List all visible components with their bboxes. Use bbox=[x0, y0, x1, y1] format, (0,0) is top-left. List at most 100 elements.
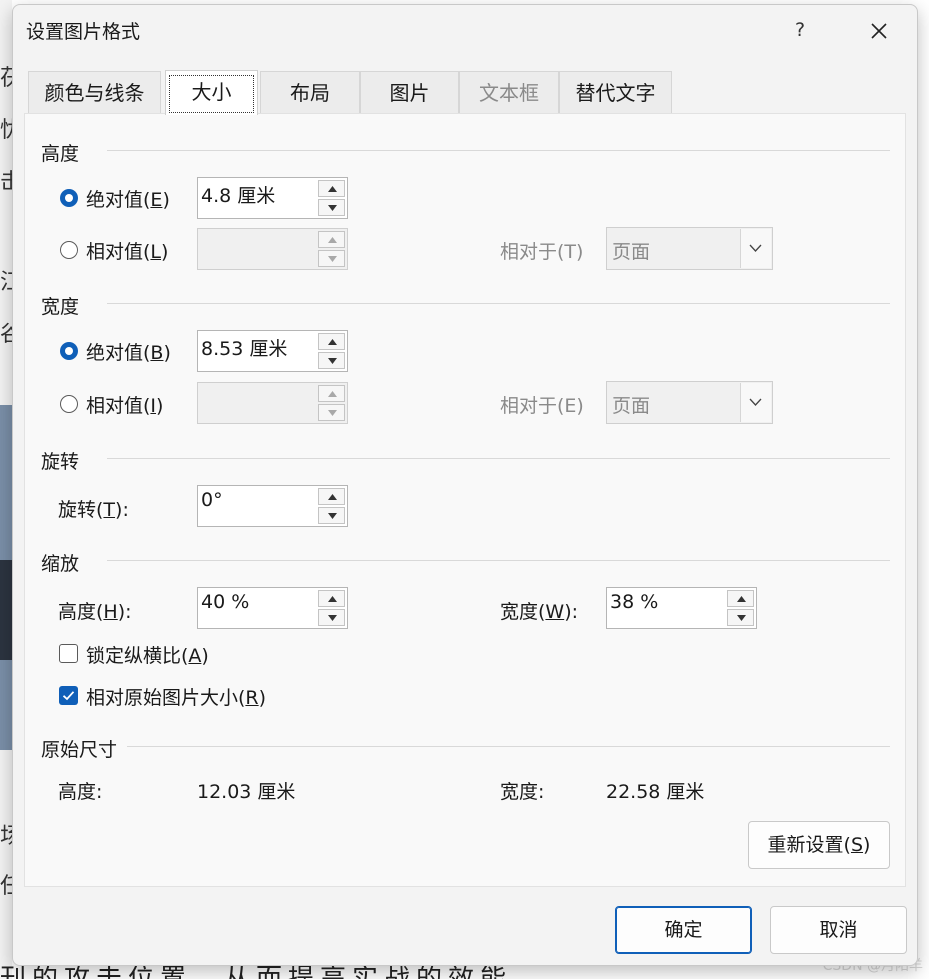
arrow-up-icon bbox=[328, 237, 337, 243]
tab-label: 替代文字 bbox=[575, 81, 656, 105]
size-tab-panel: 高度 绝对值(E) 4.8 厘米 相对值(L) 相对于(T) 页面 宽度 绝对值… bbox=[24, 113, 906, 887]
height-absolute-label: 绝对值(E) bbox=[86, 189, 170, 211]
arrow-up-icon bbox=[328, 596, 337, 602]
spin-up-button[interactable] bbox=[318, 488, 345, 505]
section-divider bbox=[127, 746, 890, 747]
original-height-label: 高度: bbox=[58, 781, 103, 803]
dropdown-button bbox=[740, 383, 771, 422]
section-divider bbox=[107, 560, 890, 561]
focus-rect bbox=[169, 75, 254, 113]
arrow-down-icon bbox=[328, 410, 337, 416]
rotate-spinner[interactable]: 0° bbox=[197, 485, 348, 527]
height-relative-to-select: 页面 bbox=[606, 227, 773, 270]
tab-textbox: 文本框 bbox=[459, 71, 559, 113]
original-width-value: 22.58 厘米 bbox=[606, 781, 705, 803]
close-button[interactable] bbox=[861, 13, 897, 49]
scale-width-input[interactable]: 38 % bbox=[610, 591, 658, 613]
select-value: 页面 bbox=[612, 241, 651, 263]
height-section-title: 高度 bbox=[41, 139, 88, 166]
spinner-arrows bbox=[318, 385, 345, 421]
scale-width-spinner[interactable]: 38 % bbox=[606, 587, 757, 629]
spin-down-button[interactable] bbox=[727, 609, 754, 626]
dialog-title: 设置图片格式 bbox=[26, 21, 141, 43]
height-absolute-spinner[interactable]: 4.8 厘米 bbox=[197, 177, 348, 219]
tab-alt-text[interactable]: 替代文字 bbox=[559, 71, 672, 113]
original-section-title: 原始尺寸 bbox=[41, 735, 126, 762]
arrow-up-icon bbox=[737, 596, 746, 602]
tab-size[interactable]: 大小 bbox=[165, 70, 258, 115]
ok-button[interactable]: 确定 bbox=[615, 906, 752, 954]
help-button[interactable]: ? bbox=[788, 15, 812, 45]
height-absolute-input[interactable]: 4.8 厘米 bbox=[201, 181, 275, 208]
width-absolute-spinner[interactable]: 8.53 厘米 bbox=[197, 330, 348, 372]
height-absolute-radio[interactable] bbox=[60, 189, 78, 207]
height-relative-label: 相对值(L) bbox=[86, 241, 169, 263]
dialog-titlebar[interactable]: 设置图片格式 ? bbox=[13, 5, 917, 55]
lock-aspect-label: 锁定纵横比(A) bbox=[86, 645, 209, 667]
width-relative-spinner bbox=[197, 382, 348, 424]
arrow-down-icon bbox=[328, 256, 337, 262]
height-relative-spinner bbox=[197, 228, 348, 270]
section-divider bbox=[107, 303, 890, 304]
spin-down-button[interactable] bbox=[318, 352, 345, 369]
scale-height-input[interactable]: 40 % bbox=[201, 591, 249, 613]
arrow-up-icon bbox=[328, 186, 337, 192]
spin-up-button[interactable] bbox=[318, 333, 345, 350]
arrow-down-icon bbox=[328, 358, 337, 364]
scale-height-label: 高度(H): bbox=[58, 601, 132, 623]
section-divider bbox=[107, 150, 890, 151]
spin-down-button[interactable] bbox=[318, 507, 345, 524]
scale-height-spinner[interactable]: 40 % bbox=[197, 587, 348, 629]
section-divider bbox=[107, 458, 890, 459]
tab-picture[interactable]: 图片 bbox=[360, 71, 459, 113]
arrow-down-icon bbox=[328, 615, 337, 621]
scale-width-label: 宽度(W): bbox=[500, 601, 579, 623]
rotate-input[interactable]: 0° bbox=[201, 489, 223, 511]
select-value: 页面 bbox=[612, 395, 651, 417]
tab-colors-lines[interactable]: 颜色与线条 bbox=[28, 71, 161, 113]
spinner-arrows bbox=[318, 488, 345, 524]
tab-label: 图片 bbox=[389, 81, 430, 105]
original-width-label: 宽度: bbox=[500, 781, 545, 803]
tab-layout[interactable]: 布局 bbox=[260, 71, 360, 113]
arrow-down-icon bbox=[737, 615, 746, 621]
lock-aspect-checkbox[interactable] bbox=[59, 644, 78, 663]
reset-button[interactable]: 重新设置(S) bbox=[748, 821, 890, 869]
chevron-down-icon bbox=[749, 398, 762, 406]
spinner-arrows bbox=[318, 180, 345, 216]
spinner-arrows bbox=[318, 231, 345, 267]
spin-up-button[interactable] bbox=[318, 590, 345, 607]
arrow-up-icon bbox=[328, 339, 337, 345]
spin-down-button[interactable] bbox=[318, 199, 345, 216]
close-icon bbox=[871, 23, 887, 39]
spin-up-button bbox=[318, 385, 345, 402]
width-relative-to-label: 相对于(E) bbox=[500, 395, 584, 417]
document-image-dark bbox=[0, 560, 12, 660]
width-absolute-input[interactable]: 8.53 厘米 bbox=[201, 334, 287, 361]
tab-label: 布局 bbox=[290, 81, 330, 105]
width-relative-label: 相对值(I) bbox=[86, 395, 164, 417]
height-relative-to-label: 相对于(T) bbox=[500, 241, 584, 263]
format-picture-dialog: 设置图片格式 ? 颜色与线条 大小 布局 图片 文本框 替代文字 高度 绝对值(… bbox=[12, 4, 918, 966]
checkmark-icon bbox=[62, 691, 75, 701]
spin-down-button bbox=[318, 404, 345, 421]
arrow-up-icon bbox=[328, 494, 337, 500]
relative-original-checkbox[interactable] bbox=[59, 686, 78, 705]
width-relative-radio[interactable] bbox=[60, 395, 78, 413]
chevron-down-icon bbox=[749, 244, 762, 252]
spin-up-button[interactable] bbox=[318, 180, 345, 197]
spin-up-button[interactable] bbox=[727, 590, 754, 607]
relative-original-label: 相对原始图片大小(R) bbox=[86, 687, 267, 709]
original-height-value: 12.03 厘米 bbox=[197, 781, 296, 803]
tab-label: 文本框 bbox=[479, 81, 539, 105]
spinner-arrows bbox=[318, 333, 345, 369]
scale-section-title: 缩放 bbox=[41, 549, 88, 576]
width-section-title: 宽度 bbox=[41, 292, 88, 319]
width-relative-to-select: 页面 bbox=[606, 381, 773, 424]
width-absolute-radio[interactable] bbox=[60, 342, 78, 360]
cancel-button[interactable]: 取消 bbox=[770, 906, 907, 954]
height-relative-radio[interactable] bbox=[60, 241, 78, 259]
spin-down-button[interactable] bbox=[318, 609, 345, 626]
spinner-arrows bbox=[318, 590, 345, 626]
arrow-up-icon bbox=[328, 391, 337, 397]
